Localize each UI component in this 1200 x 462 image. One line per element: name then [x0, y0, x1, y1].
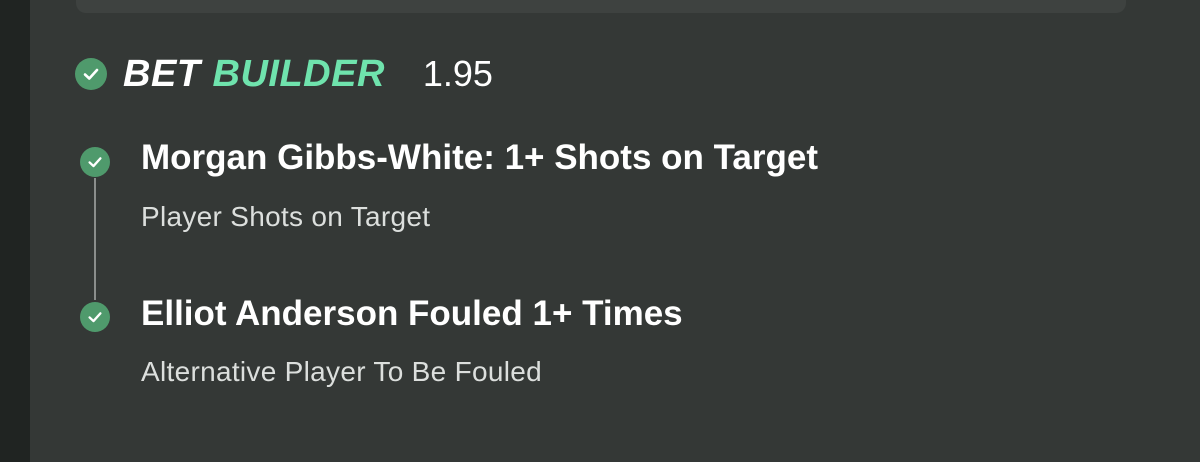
selection-title: Morgan Gibbs-White: 1+ Shots on Target	[141, 138, 818, 177]
selection-market: Alternative Player To Be Fouled	[141, 356, 542, 387]
selection-title: Elliot Anderson Fouled 1+ Times	[141, 294, 683, 333]
checkmark-glyph	[83, 68, 99, 80]
selection-market: Player Shots on Target	[141, 201, 431, 232]
checkmark-glyph	[88, 157, 102, 168]
check-circle-icon	[80, 147, 110, 177]
check-circle-icon	[75, 58, 107, 90]
brand-builder-text: BUILDER	[212, 52, 385, 95]
brand-bet-text: BET	[123, 52, 201, 95]
selection-connector-line	[94, 178, 96, 300]
previous-panel	[76, 0, 1126, 13]
bet-builder-header: BET BUILDER 1.95	[123, 48, 493, 100]
check-circle-icon	[80, 302, 110, 332]
checkmark-glyph	[88, 312, 102, 323]
combined-odds: 1.95	[422, 53, 493, 94]
